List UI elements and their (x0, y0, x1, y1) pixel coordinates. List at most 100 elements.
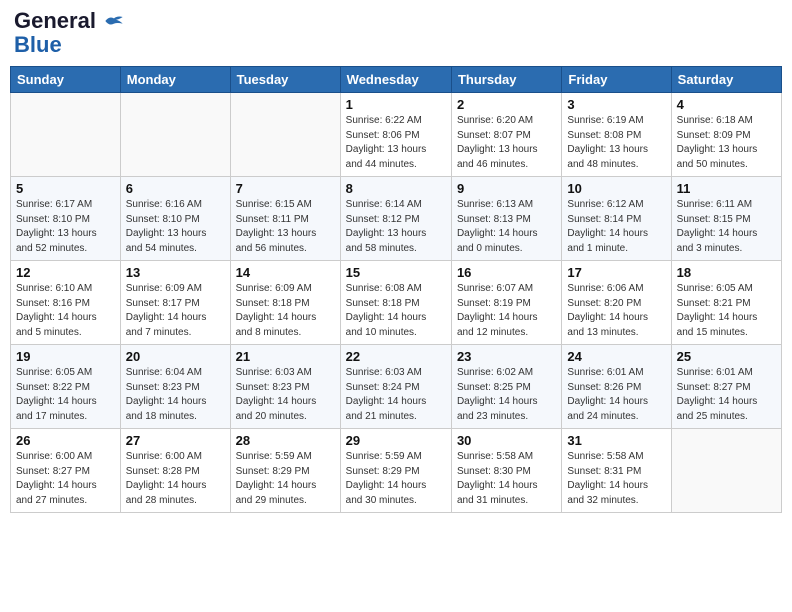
day-info: Sunrise: 6:06 AM Sunset: 8:20 PM Dayligh… (567, 282, 665, 340)
day-number: 30 (457, 433, 556, 448)
calendar-day-cell: 17 Sunrise: 6:06 AM Sunset: 8:20 PM Dayli… (562, 261, 671, 345)
calendar-day-header: Wednesday (340, 67, 451, 93)
day-info: Sunrise: 6:02 AM Sunset: 8:25 PM Dayligh… (457, 366, 556, 424)
calendar-day-cell: 5 Sunrise: 6:17 AM Sunset: 8:10 PM Daylig… (11, 177, 121, 261)
calendar-week-row: 19 Sunrise: 6:05 AM Sunset: 8:22 PM Dayli… (11, 345, 782, 429)
day-info: Sunrise: 5:58 AM Sunset: 8:30 PM Dayligh… (457, 450, 556, 508)
day-info: Sunrise: 6:15 AM Sunset: 8:11 PM Dayligh… (236, 198, 335, 256)
day-number: 24 (567, 349, 665, 364)
day-info: Sunrise: 6:00 AM Sunset: 8:27 PM Dayligh… (16, 450, 115, 508)
calendar-day-cell: 3 Sunrise: 6:19 AM Sunset: 8:08 PM Daylig… (562, 93, 671, 177)
day-info: Sunrise: 6:14 AM Sunset: 8:12 PM Dayligh… (346, 198, 446, 256)
day-info: Sunrise: 6:13 AM Sunset: 8:13 PM Dayligh… (457, 198, 556, 256)
day-number: 27 (126, 433, 225, 448)
calendar-day-cell: 19 Sunrise: 6:05 AM Sunset: 8:22 PM Dayli… (11, 345, 121, 429)
logo-bird-icon (104, 14, 124, 28)
logo-blue: Blue (14, 32, 62, 58)
day-info: Sunrise: 6:01 AM Sunset: 8:26 PM Dayligh… (567, 366, 665, 424)
calendar-day-cell: 28Sunrise: 5:59 AM Sunset: 8:29 PM Dayli… (230, 429, 340, 513)
day-number: 26 (16, 433, 115, 448)
day-info: Sunrise: 6:20 AM Sunset: 8:07 PM Dayligh… (457, 114, 556, 172)
calendar-day-cell: 22 Sunrise: 6:03 AM Sunset: 8:24 PM Dayli… (340, 345, 451, 429)
page-header: General Blue (10, 10, 782, 58)
day-info: Sunrise: 6:10 AM Sunset: 8:16 PM Dayligh… (16, 282, 115, 340)
day-number: 14 (236, 265, 335, 280)
day-number: 13 (126, 265, 225, 280)
day-info: Sunrise: 6:09 AM Sunset: 8:18 PM Dayligh… (236, 282, 335, 340)
day-number: 15 (346, 265, 446, 280)
day-number: 23 (457, 349, 556, 364)
logo: General Blue (14, 10, 124, 58)
day-info: Sunrise: 5:59 AM Sunset: 8:29 PM Dayligh… (346, 450, 446, 508)
day-info: Sunrise: 6:17 AM Sunset: 8:10 PM Dayligh… (16, 198, 115, 256)
day-info: Sunrise: 5:58 AM Sunset: 8:31 PM Dayligh… (567, 450, 665, 508)
calendar-day-cell: 4 Sunrise: 6:18 AM Sunset: 8:09 PM Daylig… (671, 93, 781, 177)
day-info: Sunrise: 6:04 AM Sunset: 8:23 PM Dayligh… (126, 366, 225, 424)
calendar-header-row: SundayMondayTuesdayWednesdayThursdayFrid… (11, 67, 782, 93)
calendar-day-header: Sunday (11, 67, 121, 93)
calendar-day-cell (230, 93, 340, 177)
calendar-day-cell: 1 Sunrise: 6:22 AM Sunset: 8:06 PM Daylig… (340, 93, 451, 177)
day-number: 21 (236, 349, 335, 364)
day-info: Sunrise: 6:03 AM Sunset: 8:23 PM Dayligh… (236, 366, 335, 424)
day-number: 18 (677, 265, 776, 280)
calendar-day-cell: 31 Sunrise: 5:58 AM Sunset: 8:31 PM Dayli… (562, 429, 671, 513)
calendar-day-cell: 14 Sunrise: 6:09 AM Sunset: 8:18 PM Dayli… (230, 261, 340, 345)
calendar-body: 1 Sunrise: 6:22 AM Sunset: 8:06 PM Daylig… (11, 93, 782, 513)
day-number: 29 (346, 433, 446, 448)
calendar-day-cell: 27 Sunrise: 6:00 AM Sunset: 8:28 PM Dayli… (120, 429, 230, 513)
day-info: Sunrise: 6:16 AM Sunset: 8:10 PM Dayligh… (126, 198, 225, 256)
calendar-day-cell (671, 429, 781, 513)
calendar-day-cell: 13 Sunrise: 6:09 AM Sunset: 8:17 PM Dayli… (120, 261, 230, 345)
day-number: 1 (346, 97, 446, 112)
day-number: 2 (457, 97, 556, 112)
calendar-day-cell: 7 Sunrise: 6:15 AM Sunset: 8:11 PM Daylig… (230, 177, 340, 261)
calendar-day-cell: 29 Sunrise: 5:59 AM Sunset: 8:29 PM Dayli… (340, 429, 451, 513)
calendar-day-header: Saturday (671, 67, 781, 93)
calendar-week-row: 1 Sunrise: 6:22 AM Sunset: 8:06 PM Daylig… (11, 93, 782, 177)
calendar-day-cell: 24 Sunrise: 6:01 AM Sunset: 8:26 PM Dayli… (562, 345, 671, 429)
day-number: 17 (567, 265, 665, 280)
calendar-day-cell: 16Sunrise: 6:07 AM Sunset: 8:19 PM Dayli… (451, 261, 561, 345)
day-number: 3 (567, 97, 665, 112)
calendar-table: SundayMondayTuesdayWednesdayThursdayFrid… (10, 66, 782, 513)
day-number: 5 (16, 181, 115, 196)
day-number: 10 (567, 181, 665, 196)
day-info: Sunrise: 6:19 AM Sunset: 8:08 PM Dayligh… (567, 114, 665, 172)
day-info: Sunrise: 6:05 AM Sunset: 8:21 PM Dayligh… (677, 282, 776, 340)
calendar-day-cell: 26 Sunrise: 6:00 AM Sunset: 8:27 PM Dayli… (11, 429, 121, 513)
calendar-day-cell: 8Sunrise: 6:14 AM Sunset: 8:12 PM Daylig… (340, 177, 451, 261)
calendar-day-header: Thursday (451, 67, 561, 93)
day-info: Sunrise: 6:05 AM Sunset: 8:22 PM Dayligh… (16, 366, 115, 424)
day-number: 6 (126, 181, 225, 196)
calendar-day-cell: 23 Sunrise: 6:02 AM Sunset: 8:25 PM Dayli… (451, 345, 561, 429)
calendar-day-header: Tuesday (230, 67, 340, 93)
calendar-day-cell: 25Sunrise: 6:01 AM Sunset: 8:27 PM Dayli… (671, 345, 781, 429)
day-number: 9 (457, 181, 556, 196)
calendar-day-header: Friday (562, 67, 671, 93)
calendar-week-row: 26 Sunrise: 6:00 AM Sunset: 8:27 PM Dayli… (11, 429, 782, 513)
day-info: Sunrise: 6:03 AM Sunset: 8:24 PM Dayligh… (346, 366, 446, 424)
calendar-day-cell: 15Sunrise: 6:08 AM Sunset: 8:18 PM Dayli… (340, 261, 451, 345)
day-number: 4 (677, 97, 776, 112)
calendar-day-cell: 9 Sunrise: 6:13 AM Sunset: 8:13 PM Daylig… (451, 177, 561, 261)
calendar-day-cell (120, 93, 230, 177)
day-info: Sunrise: 6:22 AM Sunset: 8:06 PM Dayligh… (346, 114, 446, 172)
day-number: 31 (567, 433, 665, 448)
logo-general: General (14, 10, 124, 32)
day-number: 19 (16, 349, 115, 364)
day-info: Sunrise: 5:59 AM Sunset: 8:29 PM Dayligh… (236, 450, 335, 508)
calendar-day-cell: 30 Sunrise: 5:58 AM Sunset: 8:30 PM Dayli… (451, 429, 561, 513)
calendar-day-cell: 2 Sunrise: 6:20 AM Sunset: 8:07 PM Daylig… (451, 93, 561, 177)
day-info: Sunrise: 6:01 AM Sunset: 8:27 PM Dayligh… (677, 366, 776, 424)
calendar-week-row: 12 Sunrise: 6:10 AM Sunset: 8:16 PM Dayli… (11, 261, 782, 345)
day-number: 22 (346, 349, 446, 364)
day-info: Sunrise: 6:00 AM Sunset: 8:28 PM Dayligh… (126, 450, 225, 508)
day-info: Sunrise: 6:09 AM Sunset: 8:17 PM Dayligh… (126, 282, 225, 340)
day-number: 7 (236, 181, 335, 196)
day-number: 12 (16, 265, 115, 280)
day-number: 20 (126, 349, 225, 364)
day-info: Sunrise: 6:18 AM Sunset: 8:09 PM Dayligh… (677, 114, 776, 172)
calendar-week-row: 5 Sunrise: 6:17 AM Sunset: 8:10 PM Daylig… (11, 177, 782, 261)
day-number: 16 (457, 265, 556, 280)
